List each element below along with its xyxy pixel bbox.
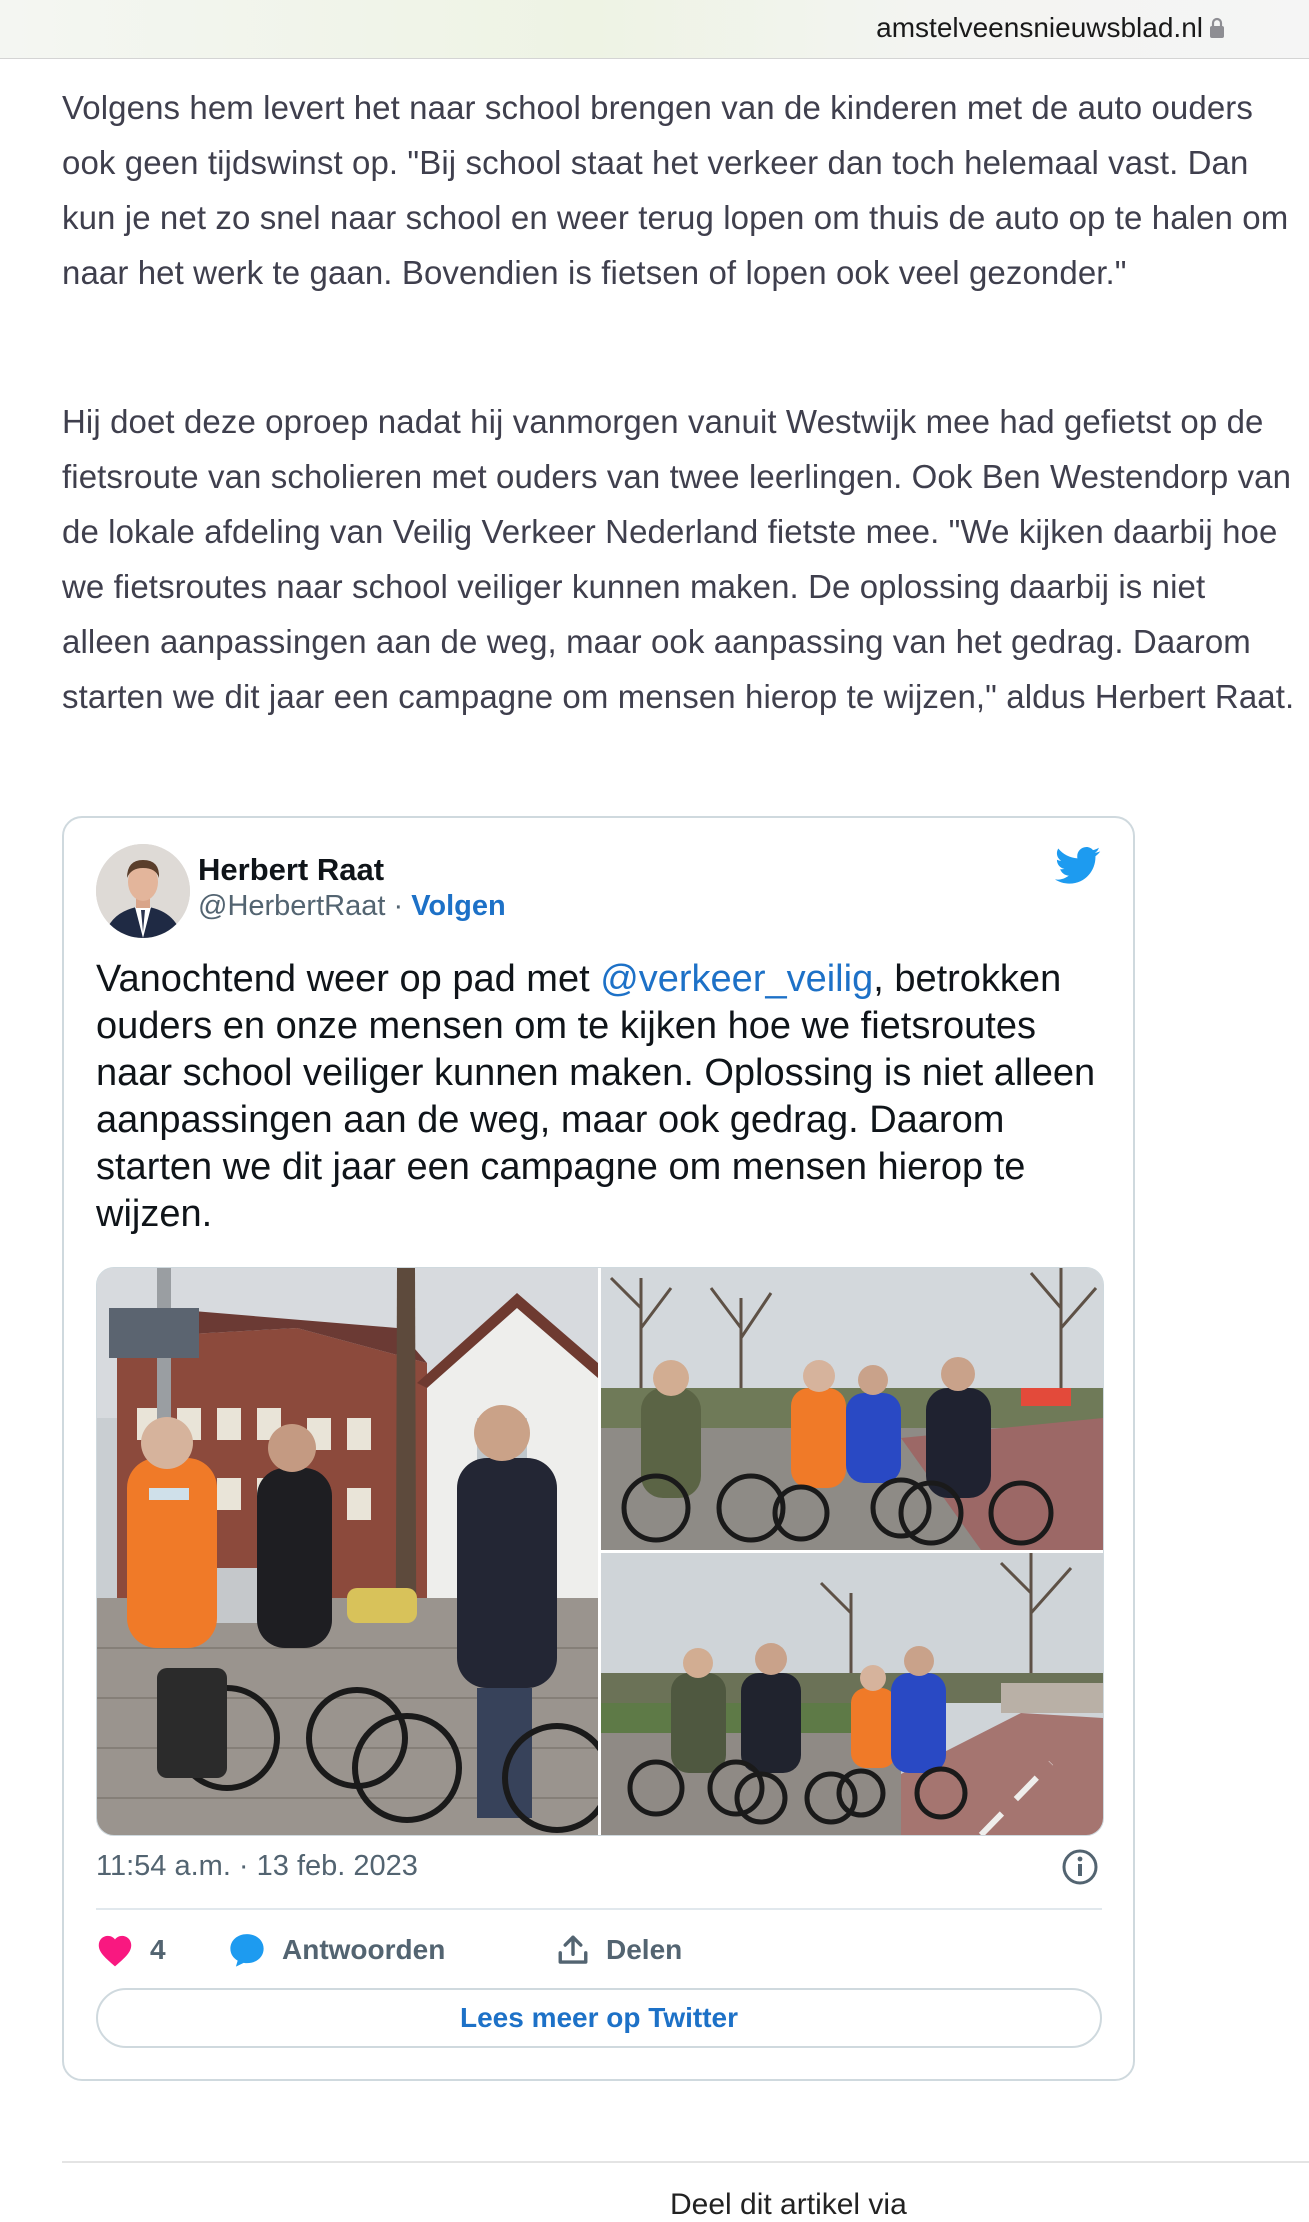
read-more-on-twitter-button[interactable]: Lees meer op Twitter (96, 1988, 1102, 2048)
tweet-timestamp[interactable]: 11:54 a.m. · 13 feb. 2023 (96, 1850, 418, 1883)
tweet-actions: 4 Antwoorden Delen (96, 1928, 1102, 1972)
reply-label: Antwoorden (282, 1934, 446, 1965)
url-text[interactable]: amstelveensnieuwsblad.nl (876, 12, 1203, 44)
tweet-mention-link[interactable]: @verkeer_veilig (600, 958, 873, 1000)
tweet-author-handle-row: @HerbertRaat · Volgen (198, 890, 506, 923)
browser-address-bar[interactable]: amstelveensnieuwsblad.nl (0, 0, 1309, 59)
tweet-text: Vanochtend weer op pad met @verkeer_veil… (96, 956, 1106, 1238)
tweet-author-name[interactable]: Herbert Raat (198, 852, 384, 888)
share-label: Delen (606, 1934, 683, 1965)
tweet-text-start: Vanochtend weer op pad met (96, 958, 601, 1000)
tweet-media-grid (96, 1267, 1104, 1836)
like-count: 4 (150, 1934, 166, 1965)
tweet-photo-cycle-path[interactable] (601, 1553, 1103, 1835)
share-upload-icon (558, 1935, 588, 1964)
share-button[interactable]: Delen (556, 1928, 682, 1972)
heart-icon (98, 1935, 132, 1967)
tweet-photo-street[interactable] (97, 1268, 598, 1835)
author-avatar[interactable] (96, 844, 190, 938)
info-icon[interactable] (1061, 1848, 1099, 1886)
article-paragraph: Volgens hem levert het naar school breng… (62, 89, 1289, 291)
handle-separator: · (385, 890, 412, 922)
article-paragraph: Hij doet deze oproep nadat hij vanmorgen… (62, 403, 1295, 715)
article-divider (62, 2161, 1309, 2163)
tweet-author-handle[interactable]: @HerbertRaat (198, 890, 385, 922)
follow-link[interactable]: Volgen (411, 890, 506, 922)
like-button[interactable]: 4 (96, 1928, 166, 1972)
tweet-photo-group-bikes[interactable] (601, 1268, 1103, 1550)
embedded-tweet: Herbert Raat @HerbertRaat · Volgen Vanoc… (62, 816, 1135, 2081)
reply-button[interactable]: Antwoorden (228, 1928, 445, 1972)
tweet-divider (96, 1908, 1102, 1910)
share-article-label: Deel dit artikel via (670, 2188, 907, 2221)
twitter-bird-icon[interactable] (1055, 846, 1101, 886)
lock-icon (1210, 17, 1224, 38)
reply-bubble-icon (230, 1934, 264, 1967)
